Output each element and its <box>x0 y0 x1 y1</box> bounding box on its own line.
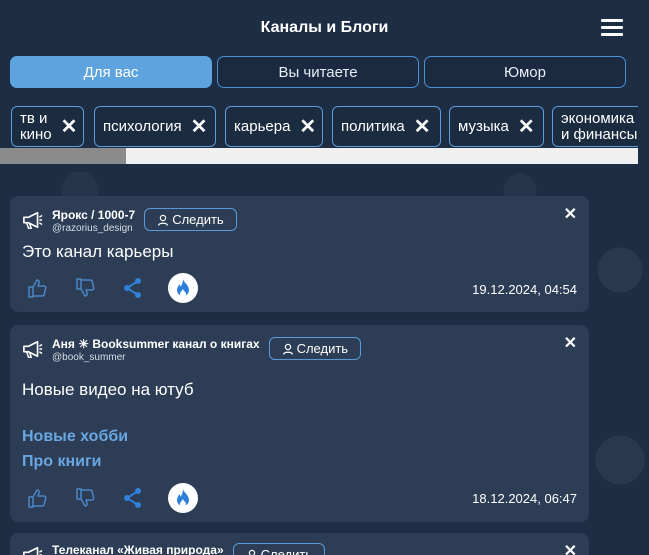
author-info: Ярокс / 1000-7 @razorius_design <box>52 208 135 234</box>
tab-following[interactable]: Вы читаете <box>217 56 419 88</box>
close-icon[interactable]: ✕ <box>564 333 577 353</box>
tab-for-you[interactable]: Для вас <box>10 56 212 88</box>
post-card: Аня ☀ Booksummer канал о книгах @book_su… <box>10 325 589 522</box>
post-date: 19.12.2024, 04:54 <box>472 282 577 297</box>
user-icon <box>248 549 255 555</box>
hamburger-menu-icon[interactable] <box>601 19 623 36</box>
close-icon[interactable]: ✕ <box>564 541 577 555</box>
tab-bar: Для вас Вы читаете Юмор <box>10 56 626 88</box>
author-info: Аня ☀ Booksummer канал о книгах @book_su… <box>52 337 260 363</box>
post-actions <box>26 483 198 513</box>
author-handle: @razorius_design <box>52 223 133 234</box>
follow-label: Следить <box>296 341 349 356</box>
follow-label: Следить <box>260 547 313 555</box>
post-card: Ярокс / 1000-7 @razorius_design Следить … <box>10 196 589 312</box>
user-icon <box>158 214 169 226</box>
close-icon[interactable]: ✕ <box>299 117 316 137</box>
post-header: Аня ☀ Booksummer канал о книгах @book_su… <box>22 337 362 363</box>
author-name[interactable]: Ярокс / 1000-7 <box>52 208 135 222</box>
post-text: Новые видео на ютуб <box>22 380 194 399</box>
post-text: Это канал карьеры <box>22 242 174 261</box>
post-card: Телеканал «Живая природа» Следить ✕ <box>10 533 589 555</box>
share-icon[interactable] <box>122 487 144 509</box>
thumbs-down-icon[interactable] <box>74 277 96 299</box>
thumbs-up-icon[interactable] <box>26 487 48 509</box>
chip-label: тв и кино <box>20 109 52 143</box>
chip-music[interactable]: музыка ✕ <box>449 106 544 147</box>
follow-button[interactable]: Следить <box>232 543 326 555</box>
horizontal-scrollbar[interactable] <box>0 148 638 164</box>
chip-economics[interactable]: экономика и финансы <box>552 106 638 147</box>
chip-label: политика <box>341 117 405 135</box>
chip-label: психология <box>103 117 182 135</box>
close-icon[interactable]: ✕ <box>414 117 431 137</box>
page-title: Каналы и Блоги <box>260 19 389 36</box>
tab-humor[interactable]: Юмор <box>424 56 626 88</box>
thumbs-up-icon[interactable] <box>26 277 48 299</box>
thumbs-down-icon[interactable] <box>74 487 96 509</box>
follow-button[interactable]: Следить <box>268 337 362 360</box>
close-icon[interactable]: ✕ <box>564 204 577 224</box>
post-header: Телеканал «Живая природа» Следить <box>22 543 326 555</box>
author-handle: @book_summer <box>52 352 126 363</box>
post-header: Ярокс / 1000-7 @razorius_design Следить <box>22 208 237 234</box>
megaphone-icon <box>23 340 43 358</box>
scrollbar-thumb[interactable] <box>0 148 126 164</box>
chip-politics[interactable]: политика ✕ <box>332 106 441 147</box>
close-icon[interactable]: ✕ <box>191 117 208 137</box>
chip-label: карьера <box>234 117 291 135</box>
user-icon <box>282 343 293 355</box>
megaphone-icon <box>23 546 43 555</box>
fire-reaction-icon[interactable] <box>168 273 198 303</box>
post-date: 18.12.2024, 06:47 <box>472 491 577 506</box>
share-icon[interactable] <box>122 277 144 299</box>
author-info: Телеканал «Живая природа» <box>52 543 224 555</box>
close-icon[interactable]: ✕ <box>61 117 78 137</box>
follow-label: Следить <box>172 212 224 227</box>
megaphone-icon <box>23 211 43 229</box>
fire-reaction-icon[interactable] <box>168 483 198 513</box>
chip-label: музыка <box>458 117 509 135</box>
post-link[interactable]: Про книги <box>22 453 102 471</box>
chip-label: экономика и финансы <box>561 109 638 143</box>
author-name[interactable]: Телеканал «Живая природа» <box>52 543 224 555</box>
chip-psychology[interactable]: психология ✕ <box>94 106 216 147</box>
chip-career[interactable]: карьера ✕ <box>225 106 323 147</box>
post-link[interactable]: Новые хобби <box>22 428 128 446</box>
chip-tv[interactable]: тв и кино ✕ <box>11 106 84 147</box>
post-actions <box>26 273 198 303</box>
follow-button[interactable]: Следить <box>144 208 237 231</box>
app-header: Каналы и Блоги <box>0 0 649 56</box>
close-icon[interactable]: ✕ <box>518 117 535 137</box>
author-name[interactable]: Аня ☀ Booksummer канал о книгах <box>52 337 260 351</box>
topic-filter-chips: тв и кино ✕ психология ✕ карьера ✕ полит… <box>11 106 638 148</box>
